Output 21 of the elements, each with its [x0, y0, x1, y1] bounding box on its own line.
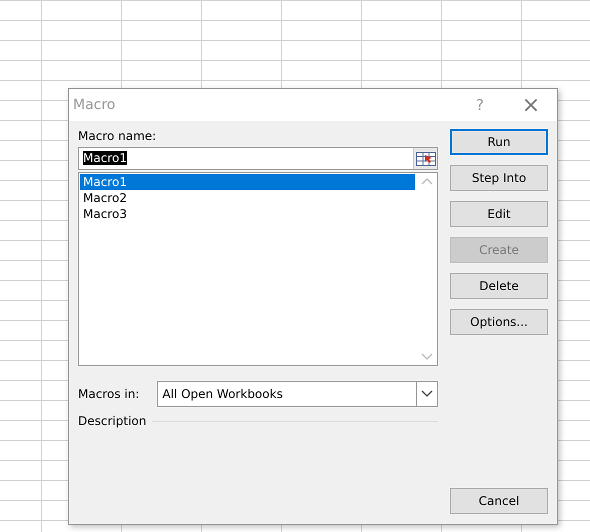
macro-list-item[interactable]: Macro3 [80, 206, 415, 222]
macros-in-dropdown[interactable]: All Open Workbooks [157, 381, 438, 407]
dialog-button[interactable]: Run [450, 129, 548, 155]
dialog-button[interactable]: Delete [450, 273, 548, 299]
scroll-down-icon[interactable] [420, 353, 432, 361]
cancel-button[interactable]: Cancel [450, 488, 548, 514]
range-picker-button[interactable] [413, 148, 437, 169]
dialog-button[interactable]: Step Into [450, 165, 548, 191]
macro-list-item[interactable]: Macro2 [80, 190, 415, 206]
macro-name-label: Macro name: [78, 129, 158, 143]
window-title: Macro [73, 97, 116, 113]
macros-in-label: Macros in: [78, 387, 140, 401]
macro-list-item[interactable]: Macro1 [80, 174, 415, 190]
close-button[interactable]: × [505, 92, 557, 118]
range-picker-icon [416, 152, 436, 166]
dialog-button[interactable]: Edit [450, 201, 548, 227]
dropdown-caret-icon [421, 390, 433, 398]
description-label: Description [78, 414, 146, 428]
macro-name-field[interactable]: Macro1 [78, 147, 438, 170]
scroll-up-icon[interactable] [420, 177, 432, 185]
dialog-button[interactable]: Options... [450, 309, 548, 335]
